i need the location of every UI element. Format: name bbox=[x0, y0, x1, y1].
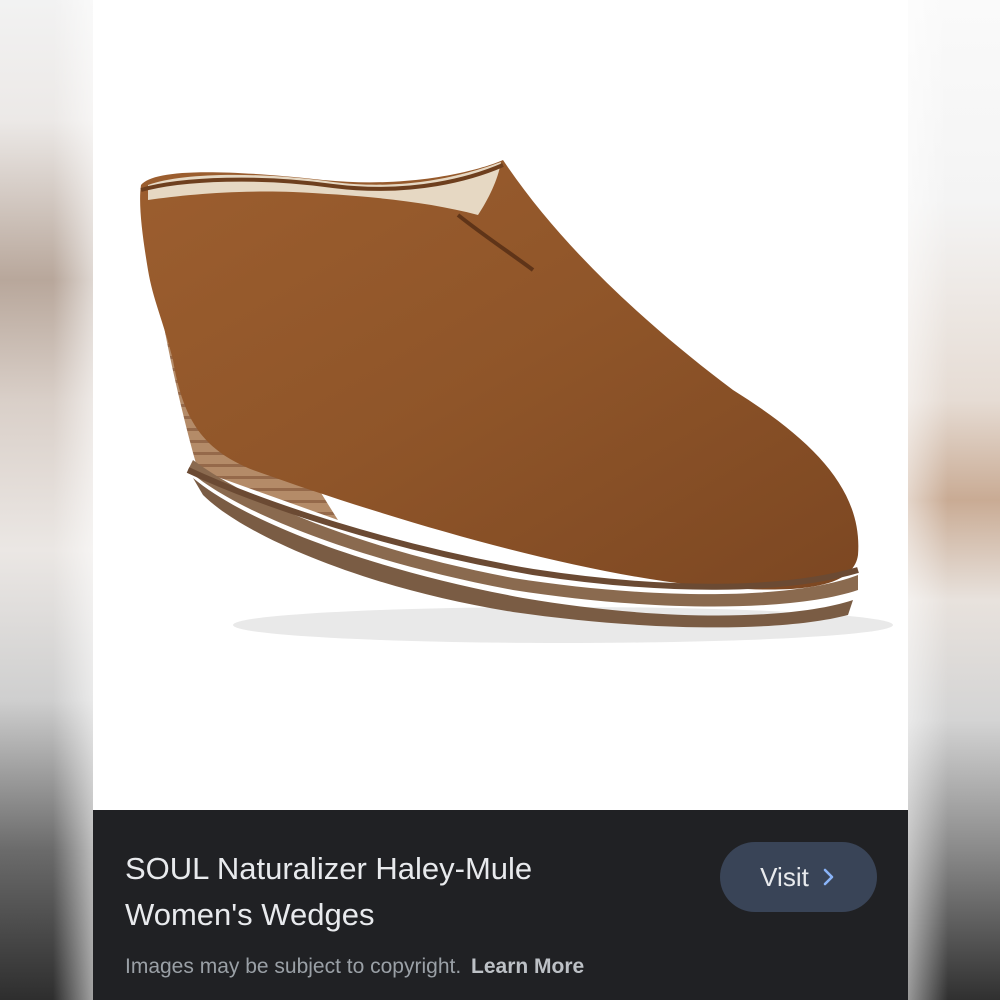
blurred-right-backdrop bbox=[908, 0, 1000, 1000]
copyright-notice: Images may be subject to copyright. Lear… bbox=[125, 955, 584, 979]
product-image[interactable] bbox=[93, 0, 908, 810]
result-title[interactable]: SOUL Naturalizer Haley-Mule Women's Wedg… bbox=[125, 846, 645, 938]
blurred-left-backdrop bbox=[0, 0, 93, 1000]
result-info-panel: SOUL Naturalizer Haley-Mule Women's Wedg… bbox=[93, 810, 908, 1000]
copyright-text: Images may be subject to copyright. bbox=[125, 955, 462, 978]
visit-button[interactable]: Visit bbox=[720, 842, 877, 912]
image-result-card: SOUL Naturalizer Haley-Mule Women's Wedg… bbox=[93, 0, 908, 1000]
visit-button-label: Visit bbox=[760, 861, 809, 892]
result-title-line2: Women's Wedges bbox=[125, 897, 375, 932]
shoe-illustration bbox=[140, 160, 893, 643]
result-title-line1: SOUL Naturalizer Haley-Mule bbox=[125, 851, 533, 886]
chevron-right-icon bbox=[821, 867, 837, 887]
learn-more-link[interactable]: Learn More bbox=[471, 955, 584, 978]
